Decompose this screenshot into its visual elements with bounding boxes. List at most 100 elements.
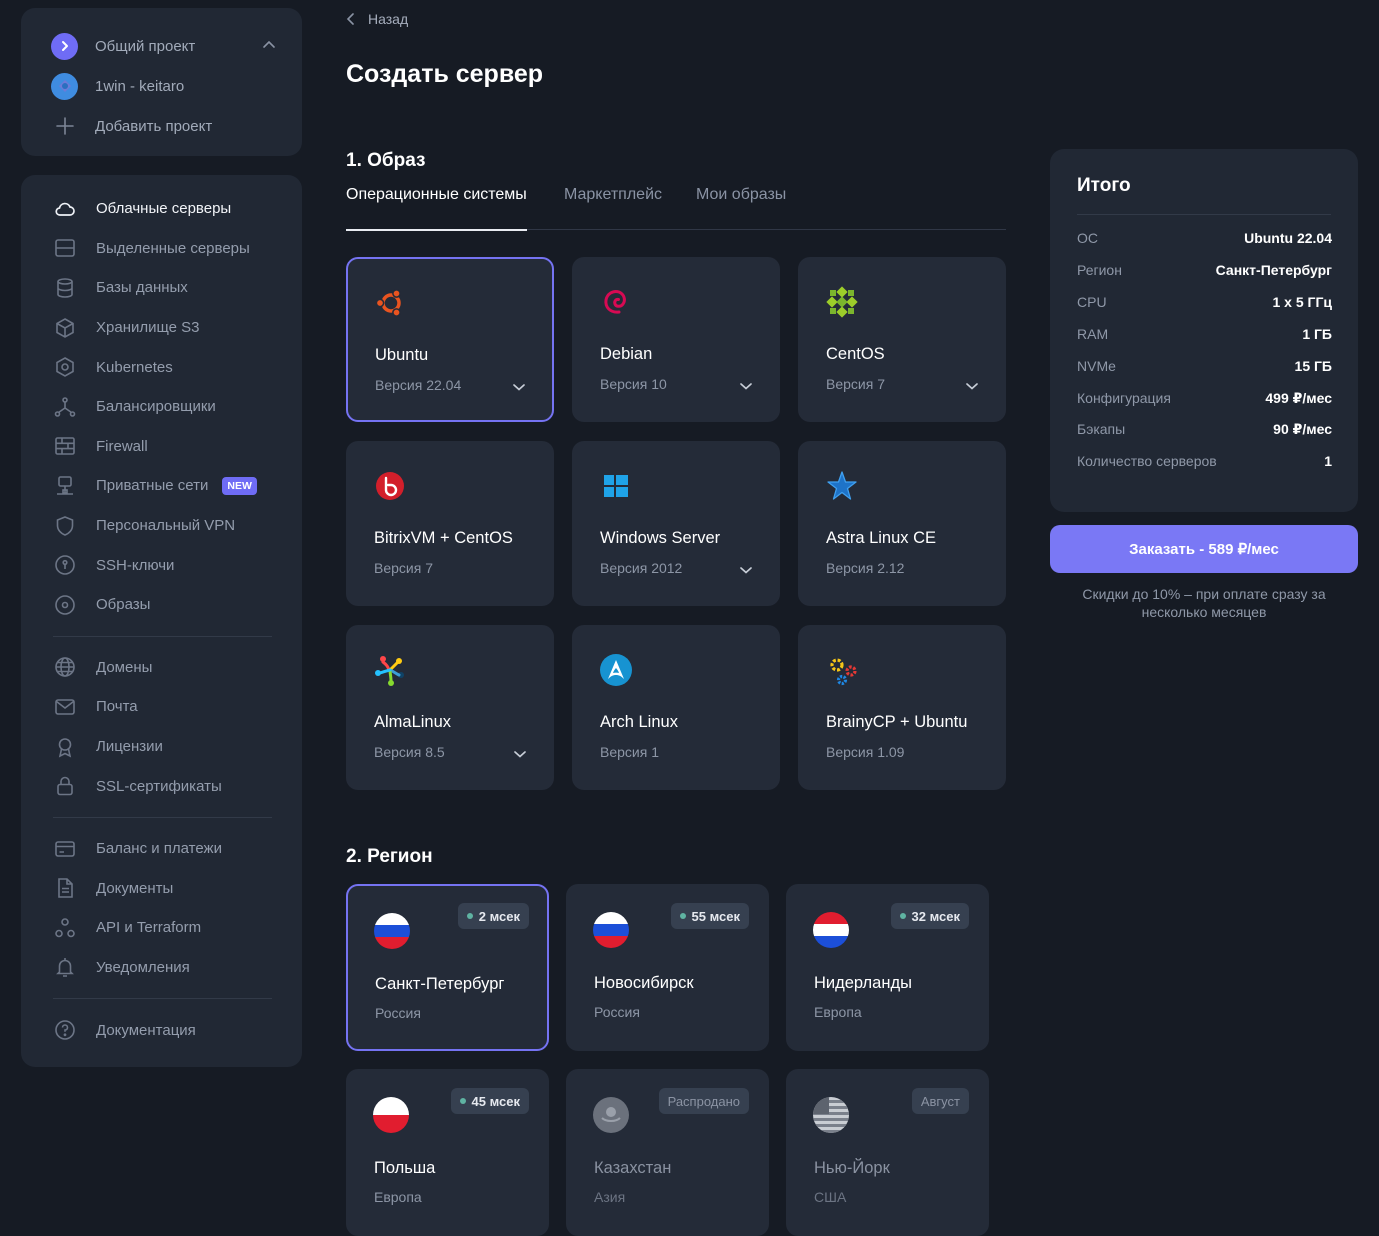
poland-flag-icon: [373, 1097, 409, 1133]
disc-icon: [53, 593, 77, 617]
os-card-debian[interactable]: Debian Версия 10: [572, 257, 780, 422]
sidebar-item-billing[interactable]: Баланс и платежи: [21, 829, 302, 869]
chevron-up-icon[interactable]: [262, 38, 276, 52]
sidebar-item-firewall[interactable]: Firewall: [21, 427, 302, 467]
russia-flag-icon: [593, 912, 629, 948]
almalinux-icon: [375, 656, 404, 686]
region-country: Европа: [374, 1189, 422, 1205]
region-country: Азия: [594, 1189, 626, 1205]
sidebar-item-s3-storage[interactable]: Хранилище S3: [21, 308, 302, 348]
sidebar-item-personal-vpn[interactable]: Персональный VPN: [21, 506, 302, 546]
tab-marketplace[interactable]: Маркетплейс: [564, 186, 662, 230]
sidebar-item-api-terraform[interactable]: API и Terraform: [21, 908, 302, 948]
sidebar-item-balancers[interactable]: Балансировщики: [21, 387, 302, 427]
astra-icon: [827, 471, 857, 500]
sidebar-item-ssh-keys[interactable]: SSH-ключи: [21, 545, 302, 585]
sidebar-item-licenses[interactable]: Лицензии: [21, 727, 302, 767]
region-name: Новосибирск: [594, 974, 694, 992]
os-name: AlmaLinux: [374, 713, 452, 731]
summary-row-cpu: CPU 1 x 5 ГГц: [1077, 294, 1332, 310]
region-card-new-york[interactable]: Август Нью-Йорк США: [786, 1069, 989, 1236]
os-card-astra[interactable]: Astra Linux CE Версия 2.12: [798, 441, 1006, 606]
coming-soon-badge: Август: [911, 1088, 969, 1114]
summary-row-region: Регион Санкт-Петербург: [1077, 262, 1332, 278]
os-card-windows[interactable]: Windows Server Версия 2012: [572, 441, 780, 606]
nav-divider: [53, 998, 272, 1000]
summary-divider: [1077, 214, 1331, 215]
help-icon: [53, 1018, 77, 1042]
balancer-icon: [53, 395, 77, 419]
sidebar-item-dedicated-servers[interactable]: Выделенные серверы: [21, 229, 302, 269]
project-item-1win[interactable]: 1win - keitaro: [21, 66, 302, 106]
tab-my-images[interactable]: Мои образы: [696, 186, 786, 230]
region-card-netherlands[interactable]: 32 мсек Нидерланды Европа: [786, 884, 989, 1051]
os-name: Debian: [600, 345, 653, 363]
sidebar-item-notifications[interactable]: Уведомления: [21, 948, 302, 988]
sidebar-item-documentation[interactable]: Документация: [21, 1010, 302, 1050]
os-name: Arch Linux: [600, 713, 678, 731]
network-icon: [53, 474, 77, 498]
sidebar-item-kubernetes[interactable]: Kubernetes: [21, 347, 302, 387]
arch-icon: [600, 654, 632, 686]
sidebar-item-databases[interactable]: Базы данных: [21, 268, 302, 308]
chevron-down-icon[interactable]: [739, 381, 753, 391]
summary-row-server-count: Количество серверов 1: [1077, 453, 1332, 469]
sidebar-item-cloud-servers[interactable]: Облачные серверы: [21, 189, 302, 229]
latency-badge: 32 мсек: [890, 903, 969, 929]
sidebar-item-mail[interactable]: Почта: [21, 687, 302, 727]
region-name: Санкт-Петербург: [375, 975, 505, 993]
os-version: Версия 2.12: [826, 560, 905, 576]
os-card-arch[interactable]: Arch Linux Версия 1: [572, 625, 780, 790]
project-item-general[interactable]: Общий проект: [21, 26, 302, 66]
chevron-down-icon[interactable]: [739, 565, 753, 575]
os-name: Ubuntu: [375, 346, 429, 364]
sidebar-item-images[interactable]: Образы: [21, 585, 302, 625]
sidebar-item-ssl[interactable]: SSL-сертификаты: [21, 766, 302, 806]
card-icon: [53, 837, 77, 861]
sidebar-item-private-networks[interactable]: Приватные сети NEW: [21, 466, 302, 506]
os-card-brainycp[interactable]: BrainyCP + Ubuntu Версия 1.09: [798, 625, 1006, 790]
netherlands-flag-icon: [813, 912, 849, 948]
sidebar-nav: Облачные серверы Выделенные серверы Базы…: [21, 175, 302, 1067]
sidebar-item-documents[interactable]: Документы: [21, 869, 302, 909]
page-title: Создать сервер: [346, 60, 544, 88]
lock-icon: [53, 774, 77, 798]
usa-flag-icon: [813, 1097, 849, 1133]
os-card-centos[interactable]: CentOS Версия 7: [798, 257, 1006, 422]
os-card-almalinux[interactable]: AlmaLinux Версия 8.5: [346, 625, 554, 790]
os-card-bitrix[interactable]: BitrixVM + CentOS Версия 7: [346, 441, 554, 606]
region-card-spb[interactable]: 2 мсек Санкт-Петербург Россия: [346, 884, 549, 1051]
summary-row-config: Конфигурация 499 ₽/мес: [1077, 389, 1332, 407]
tab-operating-systems[interactable]: Операционные системы: [346, 186, 527, 231]
discount-note: Скидки до 10% – при оплате сразу за неск…: [1082, 586, 1326, 620]
add-project-label: Добавить проект: [95, 117, 213, 135]
chevron-down-icon[interactable]: [512, 382, 526, 392]
region-card-poland[interactable]: 45 мсек Польша Европа: [346, 1069, 549, 1236]
region-card-kazakhstan[interactable]: Распродано Казахстан Азия: [566, 1069, 769, 1236]
section-region-title: 2. Регион: [346, 846, 433, 867]
region-name: Польша: [374, 1159, 436, 1177]
mail-icon: [53, 695, 77, 719]
server-icon: [53, 236, 77, 260]
nav-divider: [53, 816, 272, 818]
back-link[interactable]: Назад: [346, 11, 408, 27]
latency-badge: 45 мсек: [450, 1088, 529, 1114]
image-tabs: Операционные системы Маркетплейс Мои обр…: [346, 186, 1006, 231]
status-dot: [679, 913, 686, 919]
soldout-badge: Распродано: [658, 1088, 749, 1114]
chevron-down-icon[interactable]: [513, 749, 527, 759]
chevron-down-icon[interactable]: [965, 381, 979, 391]
new-badge: NEW: [222, 476, 257, 495]
centos-icon: [826, 286, 858, 318]
os-card-ubuntu[interactable]: Ubuntu Версия 22.04: [346, 257, 554, 422]
order-button[interactable]: Заказать - 589 ₽/мес: [1050, 525, 1358, 573]
add-project-button[interactable]: Добавить проект: [21, 106, 302, 146]
status-dot: [459, 1098, 466, 1104]
region-card-novosibirsk[interactable]: 55 мсек Новосибирск Россия: [566, 884, 769, 1051]
summary-row-backups: Бэкапы 90 ₽/мес: [1077, 420, 1332, 438]
os-version: Версия 10: [600, 376, 667, 392]
sidebar-item-domains[interactable]: Домены: [21, 648, 302, 688]
key-icon: [53, 553, 77, 577]
cube-icon: [53, 316, 77, 340]
order-summary: Итого ОС Ubuntu 22.04 Регион Санкт-Петербу…: [1050, 149, 1358, 512]
